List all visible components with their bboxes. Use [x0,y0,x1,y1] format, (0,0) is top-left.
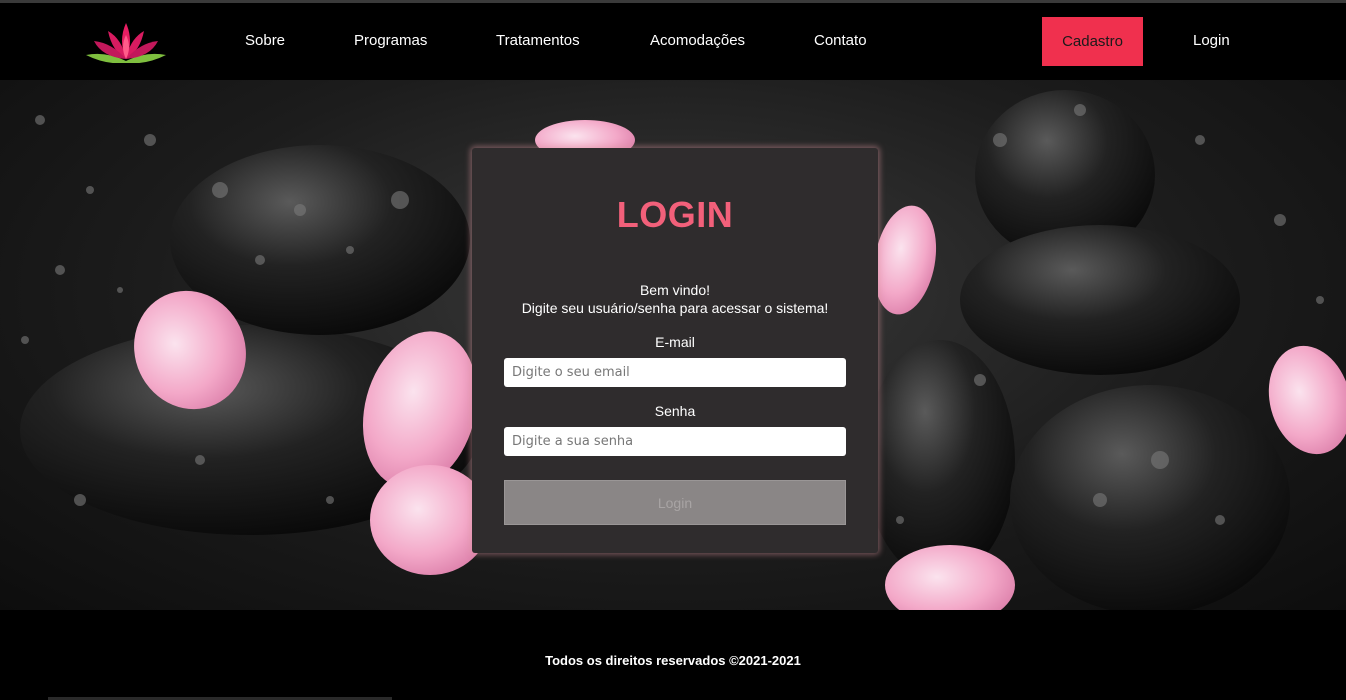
password-field[interactable] [504,427,846,456]
login-submit-button[interactable]: Login [504,480,846,525]
password-label: Senha [654,403,696,419]
cadastro-button[interactable]: Cadastro [1042,17,1143,66]
nav-sobre[interactable]: Sobre [245,32,285,49]
login-title: LOGIN [616,194,734,235]
nav-tratamentos[interactable]: Tratamentos [496,32,580,49]
nav-programas[interactable]: Programas [354,32,427,49]
email-label: E-mail [655,334,695,350]
nav-acomodacoes[interactable]: Acomodações [650,32,745,49]
welcome-line-1: Bem vindo! [639,282,711,298]
welcome-line-2: Digite seu usuário/senha para acessar o … [521,300,829,316]
email-field[interactable] [504,358,846,387]
lotus-icon[interactable] [82,21,170,64]
copyright-text: Todos os direitos reservados ©2021-2021 [545,653,801,668]
site-footer: Todos os direitos reservados ©2021-2021 [0,610,1346,700]
nav-login[interactable]: Login [1193,32,1230,49]
welcome-message: Bem vindo! Digite seu usuário/senha para… [472,281,878,317]
login-panel: LOGIN Bem vindo! Digite seu usuário/senh… [472,148,878,553]
site-header: Sobre Programas Tratamentos Acomodações … [0,3,1346,80]
nav-contato[interactable]: Contato [814,32,867,49]
